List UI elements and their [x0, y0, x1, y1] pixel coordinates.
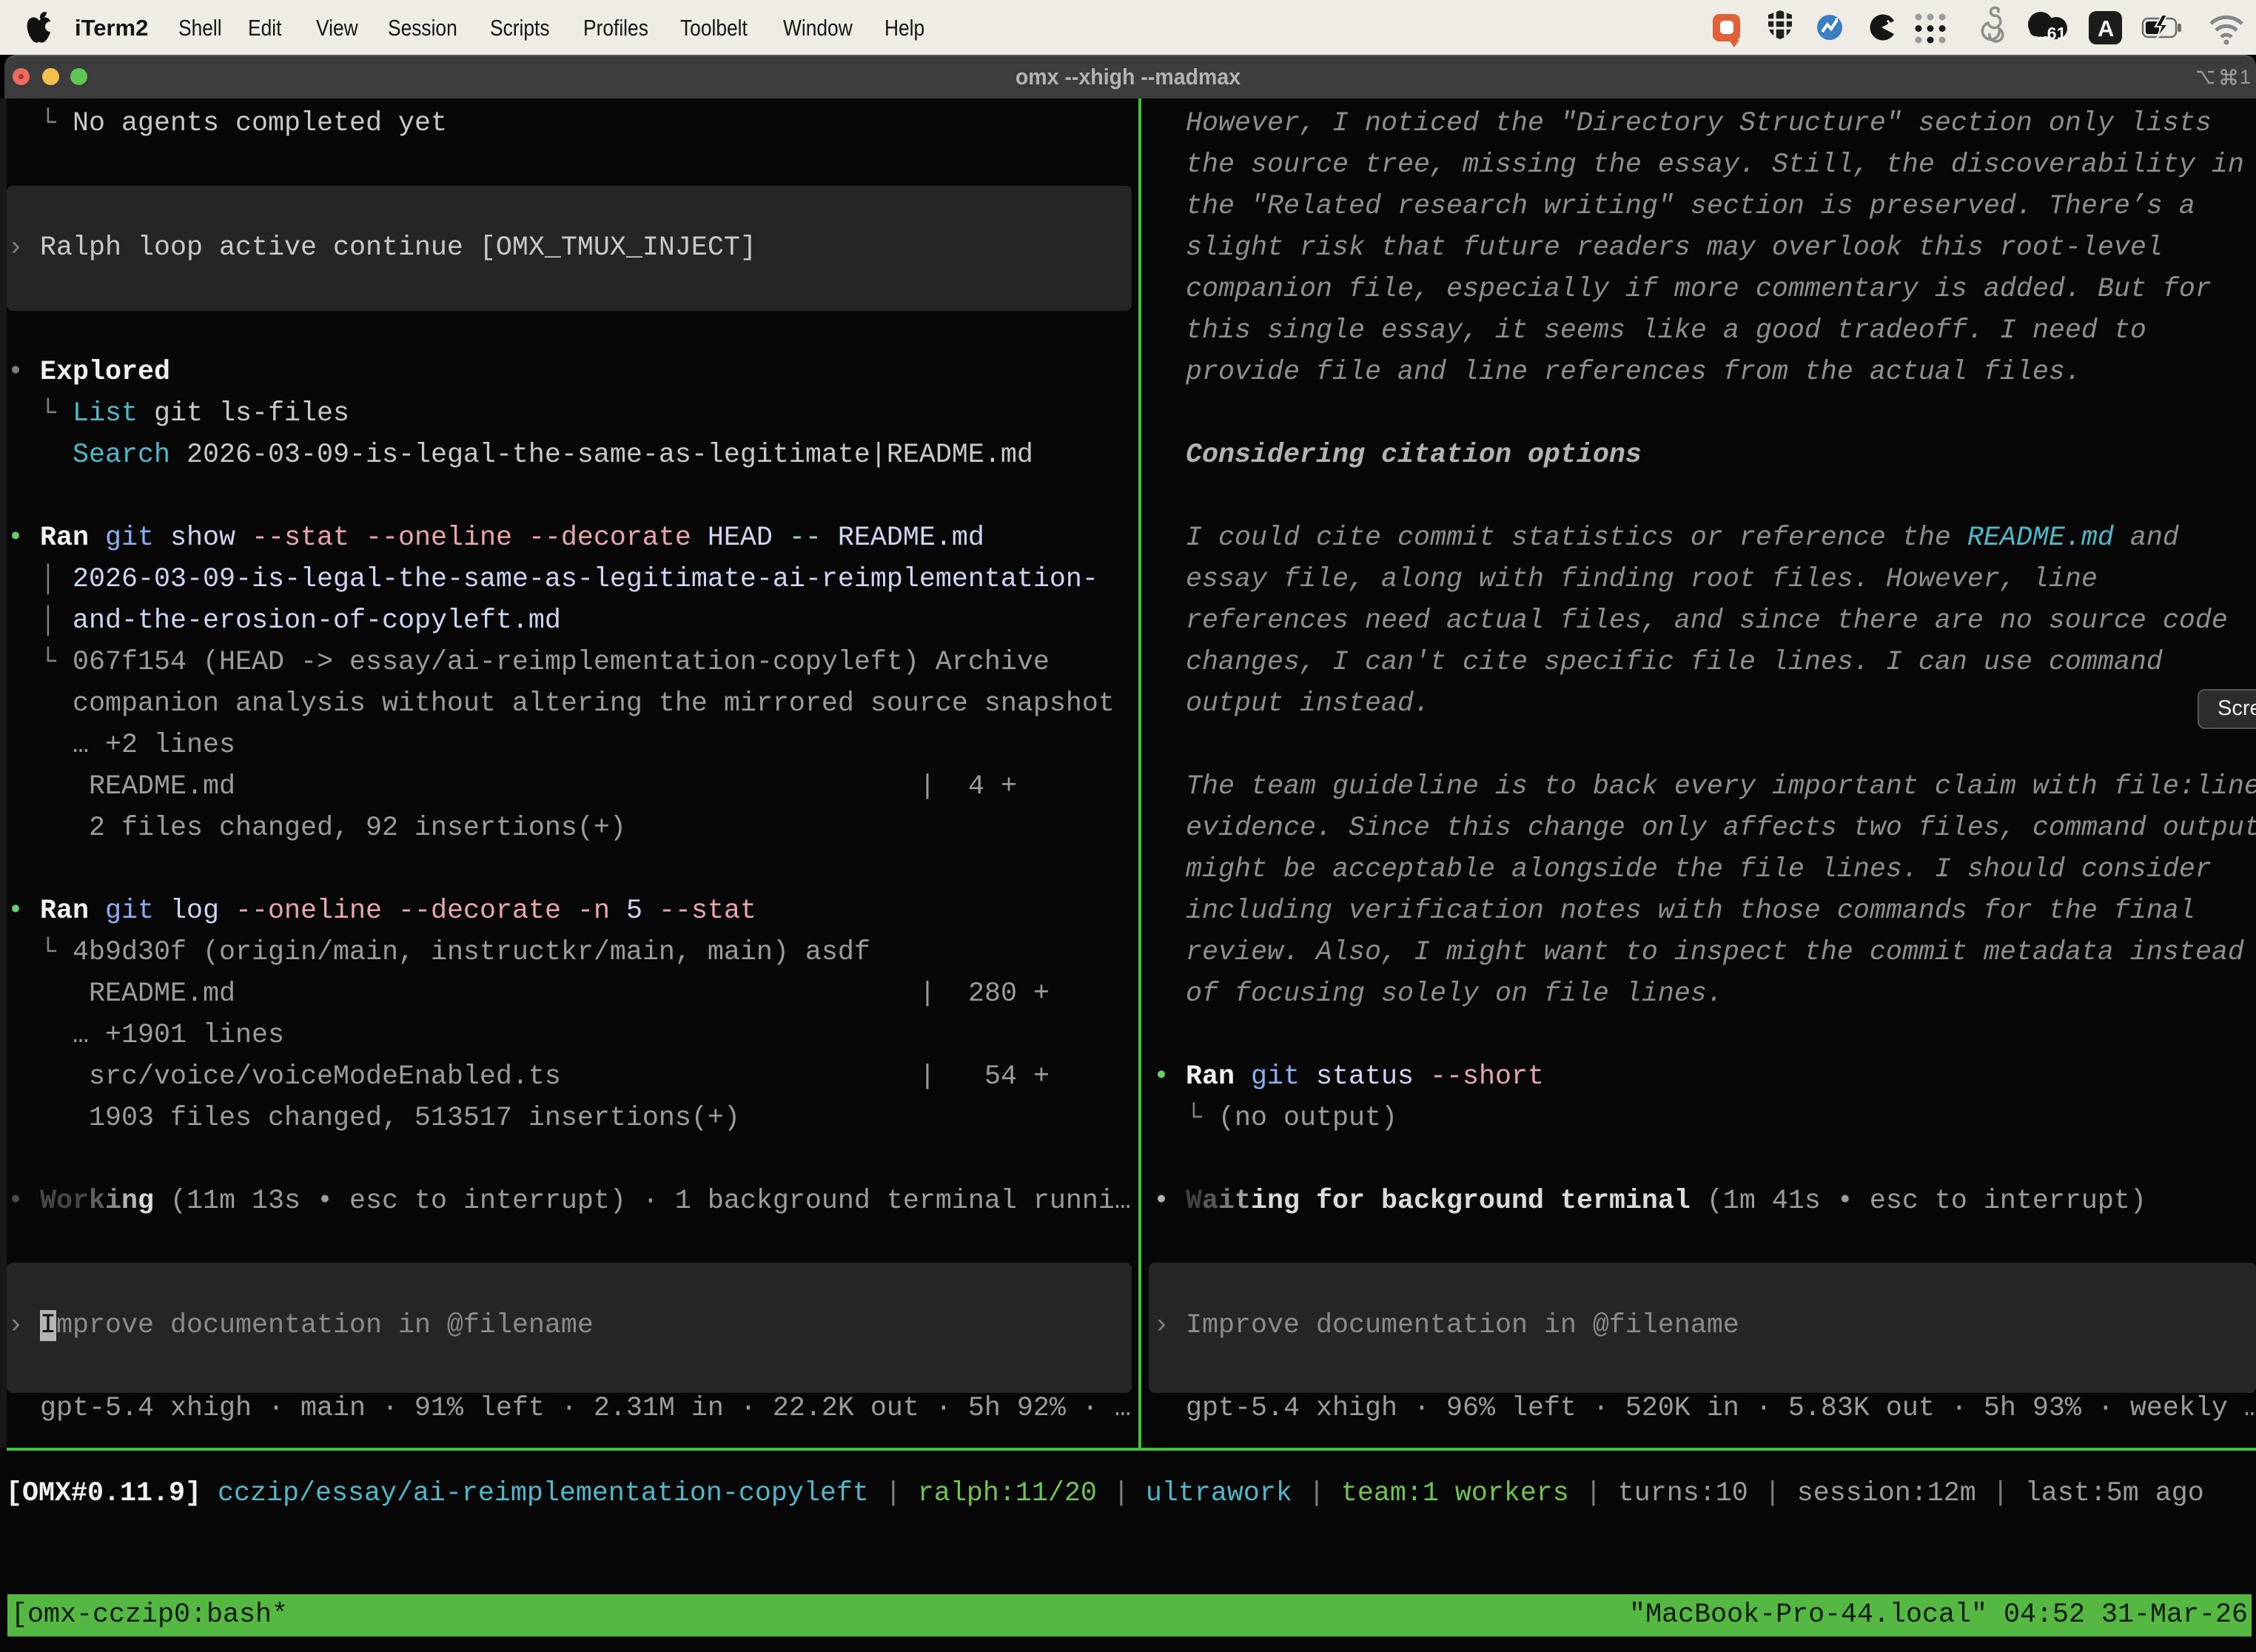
svg-text:1: 1	[2240, 67, 2251, 87]
svg-text:..61: ..61	[2038, 24, 2067, 43]
svg-text:A: A	[2098, 16, 2114, 41]
